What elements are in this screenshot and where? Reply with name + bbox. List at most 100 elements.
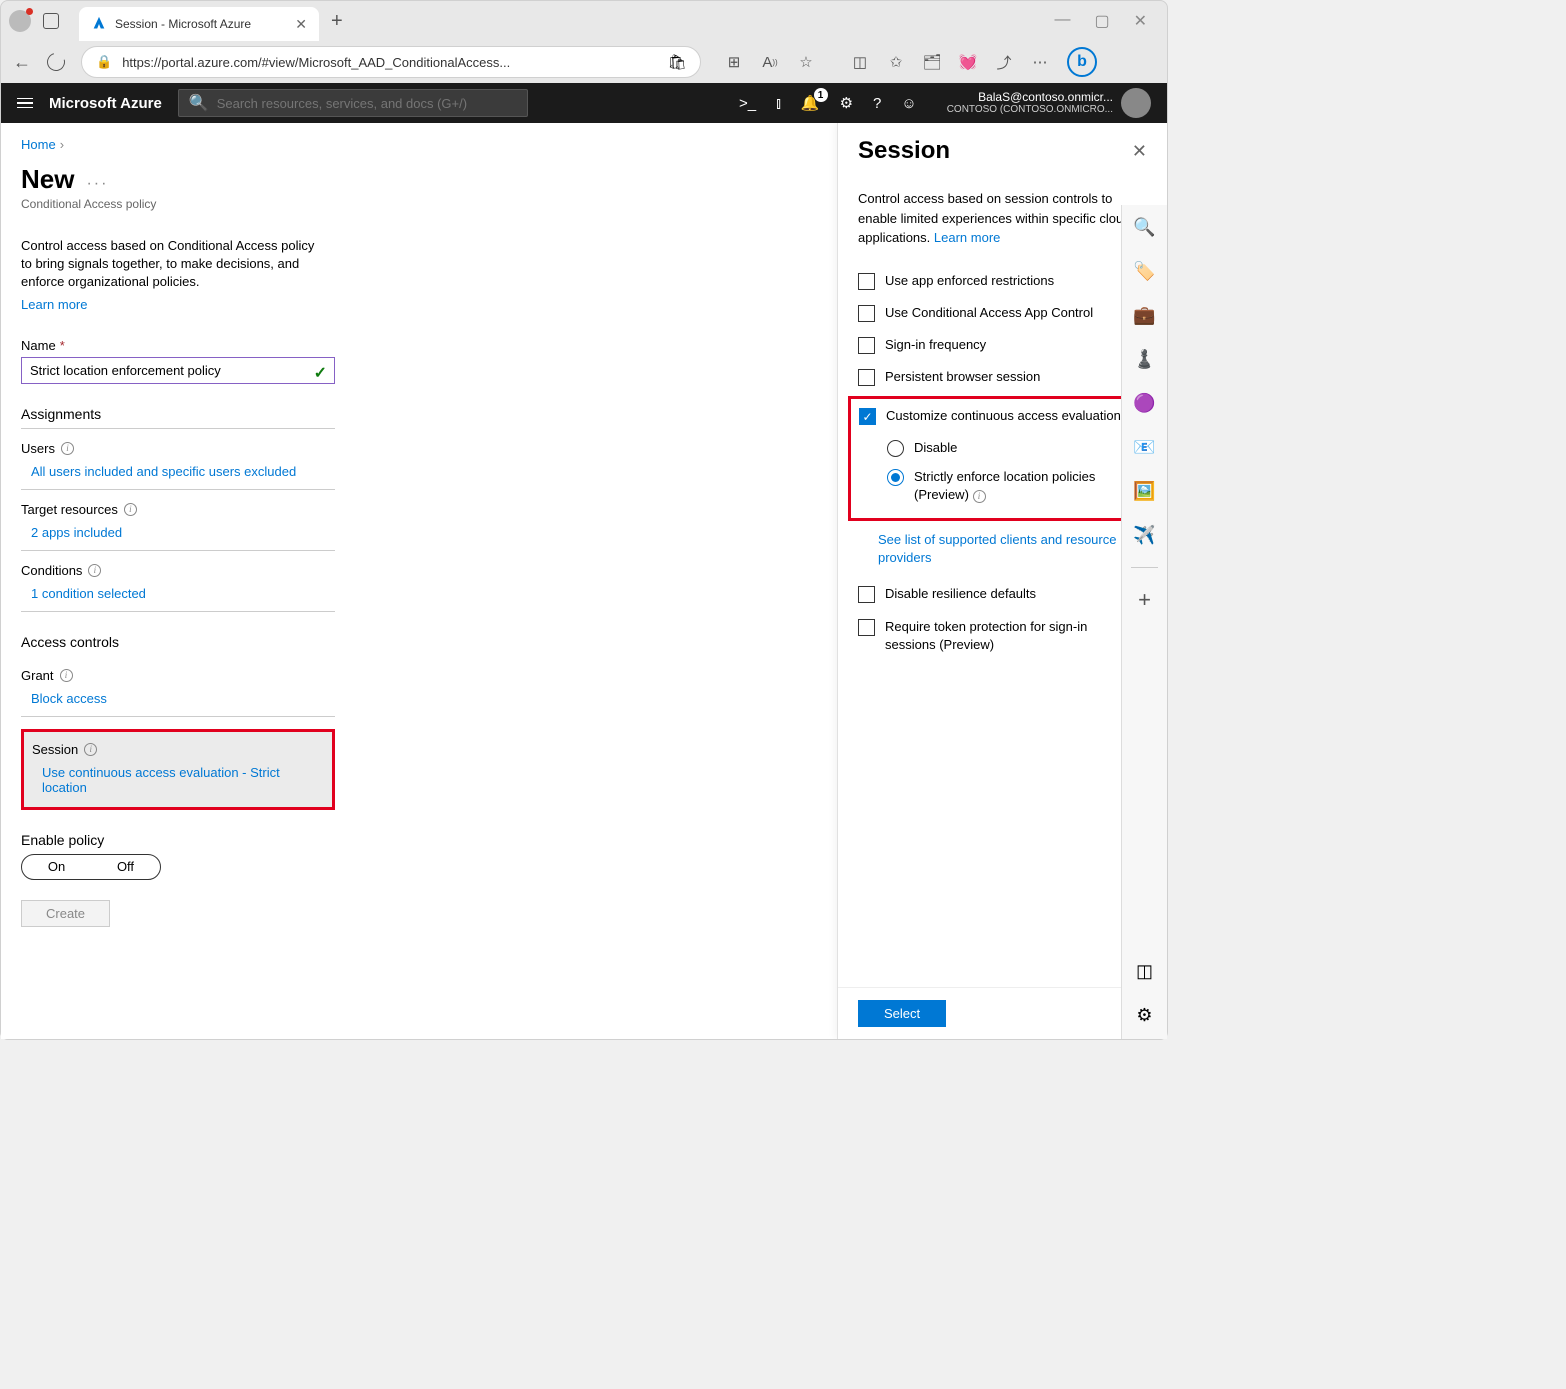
url-bar[interactable]: 🔒 https://portal.azure.com/#view/Microso…	[81, 46, 701, 78]
sidebar-tools-icon[interactable]: 💼	[1133, 303, 1157, 327]
option-app-enforced[interactable]: Use app enforced restrictions i	[858, 272, 1147, 290]
checkbox-checked-icon[interactable]: ✓	[859, 408, 876, 425]
read-aloud-icon[interactable]: A))	[761, 53, 779, 71]
sidebar-add-icon[interactable]: +	[1133, 588, 1157, 612]
performance-icon[interactable]: 💓	[959, 53, 977, 71]
session-row[interactable]: Sessioni	[32, 742, 324, 757]
tab-close-icon[interactable]: ✕	[295, 16, 307, 33]
checkbox-icon[interactable]	[858, 586, 875, 603]
grant-row[interactable]: Granti	[21, 668, 335, 683]
user-menu[interactable]: BalaS@contoso.onmicr... CONTOSO (CONTOSO…	[947, 88, 1151, 118]
hamburger-menu-icon[interactable]	[17, 98, 33, 109]
enable-policy-toggle[interactable]: On Off	[21, 854, 161, 880]
browser-profile-icon[interactable]	[9, 10, 31, 32]
new-tab-button[interactable]: +	[331, 10, 343, 33]
select-button[interactable]: Select	[858, 1000, 946, 1027]
checkbox-icon[interactable]	[858, 369, 875, 386]
split-screen-icon[interactable]: ◫	[851, 53, 869, 71]
option-signin-frequency[interactable]: Sign-in frequency i	[858, 336, 1147, 354]
option-token-protection[interactable]: Require token protection for sign-in ses…	[858, 618, 1147, 654]
page-subtitle: Conditional Access policy	[21, 197, 817, 211]
checkbox-icon[interactable]	[858, 273, 875, 290]
option-ca-app-control[interactable]: Use Conditional Access App Control i	[858, 304, 1147, 322]
panel-close-icon[interactable]: ✕	[1132, 141, 1147, 162]
users-value[interactable]: All users included and specific users ex…	[21, 464, 335, 490]
maximize-icon[interactable]: ▢	[1094, 11, 1109, 31]
option-persistent-browser[interactable]: Persistent browser session i	[858, 368, 1147, 386]
sidebar-office-icon[interactable]: 🟣	[1133, 391, 1157, 415]
toggle-on[interactable]: On	[22, 855, 91, 879]
browser-toolbar: ← 🔒 https://portal.azure.com/#view/Micro…	[1, 41, 1167, 83]
more-icon[interactable]: ⋯	[1031, 53, 1049, 71]
sidebar-search-icon[interactable]: 🔍	[1133, 215, 1157, 239]
help-icon[interactable]: ?	[873, 95, 881, 112]
toggle-off[interactable]: Off	[91, 855, 160, 879]
workspaces-icon[interactable]	[43, 13, 59, 29]
info-icon[interactable]: i	[88, 564, 101, 577]
sidebar-games-icon[interactable]: ♟️	[1133, 347, 1157, 371]
refresh-button[interactable]	[44, 50, 69, 75]
checkbox-icon[interactable]	[858, 619, 875, 636]
info-icon[interactable]: i	[61, 442, 74, 455]
sidebar-image-icon[interactable]: 🖼️	[1133, 479, 1157, 503]
sidebar-panel-icon[interactable]: ◫	[1133, 959, 1157, 983]
panel-description: Control access based on session controls…	[858, 189, 1147, 248]
session-value[interactable]: Use continuous access evaluation - Stric…	[32, 765, 324, 795]
back-button[interactable]: ←	[13, 52, 31, 73]
main-panel: Home› New ··· Conditional Access policy …	[1, 123, 837, 1039]
conditions-value[interactable]: 1 condition selected	[21, 586, 335, 612]
extensions-icon[interactable]: ⊞	[725, 53, 743, 71]
info-icon[interactable]: i	[60, 669, 73, 682]
share-icon[interactable]: ⤴	[995, 53, 1013, 71]
settings-icon[interactable]: ⚙	[840, 94, 853, 112]
info-icon[interactable]: i	[84, 743, 97, 756]
collections-icon[interactable]: 🗂	[923, 53, 941, 71]
azure-search-input[interactable]	[217, 96, 517, 111]
info-icon[interactable]: i	[124, 503, 137, 516]
breadcrumb-home[interactable]: Home	[21, 137, 56, 152]
target-row[interactable]: Target resourcesi	[21, 502, 335, 517]
option-customize-cae[interactable]: ✓ Customize continuous access evaluation…	[859, 407, 1146, 425]
sidebar-drop-icon[interactable]: ✈️	[1133, 523, 1157, 547]
filter-icon[interactable]: ⫾	[776, 95, 781, 112]
grant-value[interactable]: Block access	[21, 691, 335, 717]
learn-more-link[interactable]: Learn more	[21, 297, 87, 312]
radio-cae-disable[interactable]: Disable	[887, 439, 1146, 457]
lock-icon: 🔒	[96, 54, 112, 70]
policy-name-input[interactable]	[21, 357, 335, 384]
notifications-icon[interactable]: 🔔1	[801, 94, 820, 112]
cloud-shell-icon[interactable]: >_	[739, 95, 756, 112]
favorite-icon[interactable]: ☆	[797, 53, 815, 71]
page-more-icon[interactable]: ···	[86, 175, 108, 193]
feedback-icon[interactable]: ☺	[901, 95, 916, 112]
close-window-icon[interactable]: ✕	[1134, 11, 1147, 31]
radio-icon[interactable]	[887, 440, 904, 457]
radio-selected-icon[interactable]	[887, 469, 904, 486]
favorites-bar-icon[interactable]: ✩	[887, 53, 905, 71]
supported-clients-link[interactable]: See list of supported clients and resour…	[878, 531, 1147, 567]
radio-cae-strict[interactable]: Strictly enforce location policies (Prev…	[887, 468, 1146, 504]
tab-title: Session - Microsoft Azure	[115, 17, 287, 31]
azure-brand[interactable]: Microsoft Azure	[49, 95, 162, 112]
browser-tab[interactable]: Session - Microsoft Azure ✕	[79, 7, 319, 41]
page-title: New	[21, 164, 74, 195]
sidebar-settings-icon[interactable]: ⚙	[1133, 1003, 1157, 1027]
users-row[interactable]: Usersi	[21, 441, 335, 456]
panel-learn-more-link[interactable]: Learn more	[934, 230, 1000, 245]
target-value[interactable]: 2 apps included	[21, 525, 335, 551]
shopping-icon[interactable]: 🛍	[668, 53, 686, 71]
checkbox-icon[interactable]	[858, 305, 875, 322]
create-button[interactable]: Create	[21, 900, 110, 927]
notification-badge: 1	[814, 88, 828, 102]
panel-title: Session	[858, 137, 1132, 165]
azure-search[interactable]: 🔍	[178, 89, 528, 117]
minimize-icon[interactable]: —	[1054, 11, 1070, 31]
sidebar-shopping-icon[interactable]: 🏷️	[1133, 259, 1157, 283]
option-disable-resilience[interactable]: Disable resilience defaults i	[858, 585, 1147, 603]
access-controls-header: Access controls	[21, 634, 335, 656]
checkbox-icon[interactable]	[858, 337, 875, 354]
info-icon[interactable]: i	[973, 490, 986, 503]
sidebar-outlook-icon[interactable]: 📧	[1133, 435, 1157, 459]
bing-chat-icon[interactable]: b	[1067, 47, 1097, 77]
conditions-row[interactable]: Conditionsi	[21, 563, 335, 578]
